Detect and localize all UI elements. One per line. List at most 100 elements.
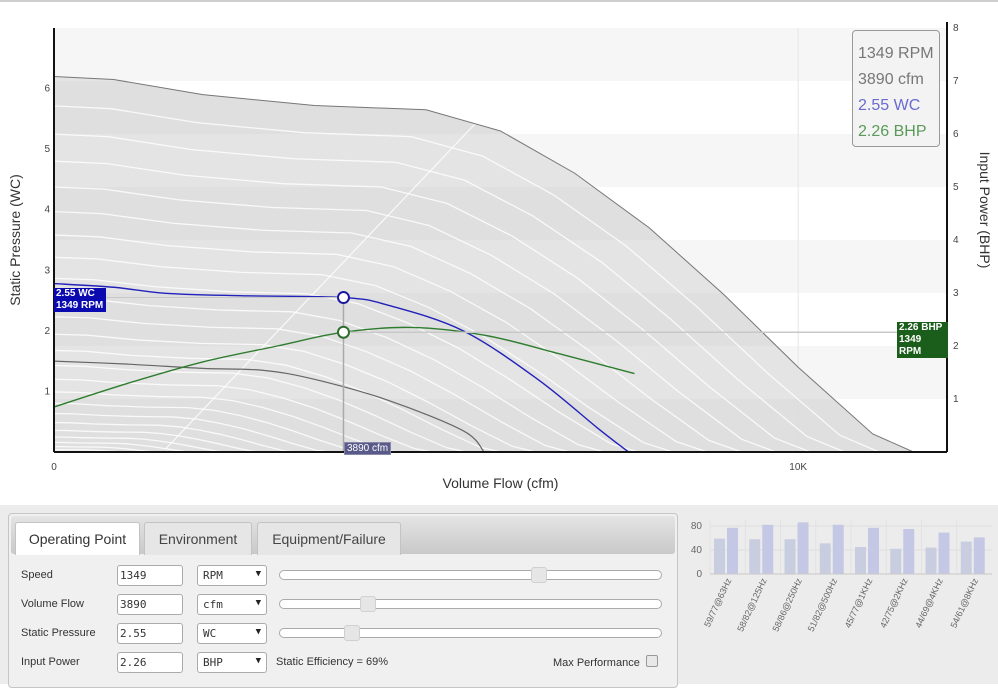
sound-bar: [797, 522, 809, 574]
input-power-unit-value: BHP: [203, 656, 223, 669]
tab-equipment-failure[interactable]: Equipment/Failure: [257, 522, 401, 555]
speed-slider-handle[interactable]: [531, 567, 548, 583]
sound-bar: [925, 547, 937, 574]
y2-tick-label: 2: [953, 341, 959, 352]
operating-panel: Operating Point Environment Equipment/Fa…: [8, 513, 678, 688]
x-tick-label: 10K: [789, 462, 807, 473]
sound-bar: [784, 539, 796, 574]
chevron-down-icon: ▼: [255, 627, 261, 637]
y2-tick-label: 3: [953, 288, 959, 299]
volume-flow-label: Volume Flow: [21, 598, 84, 610]
y2-tick-label: 4: [953, 235, 959, 246]
sound-bar: [868, 527, 879, 574]
legend-box: 1349 RPM 3890 cfm 2.55 WC 2.26 BHP: [852, 30, 940, 147]
tab-environment[interactable]: Environment: [144, 522, 252, 555]
input-power-row: Input Power 2.26 BHP ▼ Static Efficiency…: [21, 652, 671, 674]
x-tick-label: 0: [51, 462, 57, 473]
legend-cfm: 3890 cfm: [858, 71, 924, 88]
y2-tick-label: 7: [953, 76, 959, 87]
plot-band: [54, 28, 947, 81]
y2-axis-title: Input Power (BHP): [977, 152, 993, 269]
sound-bar: [762, 524, 774, 574]
input-power-input[interactable]: 2.26: [117, 652, 183, 673]
static-pressure-unit-value: WC: [203, 627, 217, 640]
volume-flow-unit-select[interactable]: cfm ▼: [197, 594, 267, 615]
legend-rpm: 1349 RPM: [858, 45, 934, 62]
pressure-flag: 2.55 WC 1349 RPM: [54, 288, 106, 312]
speed-input[interactable]: 1349: [117, 565, 183, 586]
y-tick-label: 5: [44, 144, 50, 155]
volume-flow-slider[interactable]: [279, 596, 662, 612]
x-axis-title: Volume Flow (cfm): [443, 475, 559, 491]
y2-tick-label: 8: [953, 23, 959, 34]
y-tick-label: 2: [44, 326, 50, 337]
y2-tick-label: 5: [953, 182, 959, 193]
sound-y-tick: 80: [691, 521, 703, 532]
y2-tick-label: 1: [953, 394, 959, 405]
sound-category-label: 51/82@500Hz: [806, 576, 840, 633]
sound-bar: [749, 539, 761, 574]
sound-category-label: 44/69@4KHz: [913, 576, 945, 629]
sound-category-label: 42/75@2KHz: [878, 576, 910, 629]
y-tick-label: 3: [44, 265, 50, 276]
power-flag-rpm: 1349 RPM: [899, 334, 922, 357]
pressure-flag-rpm: 1349 RPM: [56, 300, 104, 311]
flow-flag: 3890 cfm: [344, 442, 392, 455]
chevron-down-icon: ▼: [255, 656, 261, 666]
sound-bar: [819, 543, 831, 574]
input-power-unit-select[interactable]: BHP ▼: [197, 652, 267, 673]
y2-tick-label: 6: [953, 129, 959, 140]
chevron-down-icon: ▼: [255, 598, 261, 608]
static-pressure-label: Static Pressure: [21, 627, 96, 639]
y-tick-label: 4: [44, 205, 50, 216]
chevron-down-icon: ▼: [255, 569, 261, 579]
legend-wc: 2.55 WC: [858, 97, 921, 114]
fan-curve-chart[interactable]: 1 2 3 4 5 6 1 2 3 4 5 6 7 8 0 10K Volume Flow (cfm) Stati…: [0, 2, 998, 505]
pressure-point-marker: [336, 291, 350, 305]
pressure-flag-value: 2.55 WC: [56, 288, 95, 299]
sound-y-tick: 0: [696, 569, 702, 580]
speed-unit-select[interactable]: RPM ▼: [197, 565, 267, 586]
static-pressure-slider[interactable]: [279, 625, 662, 641]
sound-category-label: 45/77@1KHz: [843, 576, 875, 629]
y-tick-label: 6: [44, 84, 50, 95]
max-performance-label: Max Performance: [553, 657, 640, 669]
power-flag: 2.26 BHP 1349 RPM: [897, 322, 948, 358]
sound-bar-chart: 0 40 80 59/77@63Hz 58/82@125Hz 58/86@250Hz 51/…: [691, 520, 992, 633]
sound-bar: [960, 541, 972, 574]
sound-bar: [855, 547, 866, 574]
speed-slider[interactable]: [279, 567, 662, 583]
sound-bar: [903, 529, 915, 574]
volume-flow-input[interactable]: 3890: [117, 594, 183, 615]
speed-row: Speed 1349 RPM ▼: [21, 565, 671, 587]
sound-bar: [727, 527, 738, 574]
tab-bar: Operating Point Environment Equipment/Fa…: [11, 516, 675, 555]
volume-flow-slider-handle[interactable]: [359, 596, 376, 612]
input-power-label: Input Power: [21, 656, 80, 668]
sound-y-tick: 40: [691, 545, 703, 556]
sound-bar: [938, 532, 950, 574]
y-tick-label: 1: [44, 386, 50, 397]
max-performance-checkbox[interactable]: [646, 655, 658, 667]
sound-category-label: 59/77@63Hz: [702, 576, 734, 628]
speed-unit-value: RPM: [203, 569, 223, 582]
sound-category-label: 58/86@250Hz: [770, 576, 804, 633]
static-efficiency-text: Static Efficiency = 69%: [276, 656, 388, 668]
static-pressure-slider-handle[interactable]: [344, 625, 361, 641]
sound-bar: [714, 538, 725, 574]
sound-bar: [973, 537, 985, 574]
static-pressure-row: Static Pressure 2.55 WC ▼: [21, 623, 671, 645]
tab-operating-point[interactable]: Operating Point: [15, 522, 140, 555]
legend-bhp: 2.26 BHP: [858, 123, 927, 140]
static-pressure-input[interactable]: 2.55: [117, 623, 183, 644]
static-pressure-unit-select[interactable]: WC ▼: [197, 623, 267, 644]
sound-category-label: 54/61@8KHz: [948, 576, 980, 629]
fan-curve-svg[interactable]: 1 2 3 4 5 6 1 2 3 4 5 6 7 8 0 10K Volume Flow (cfm) Stati…: [0, 2, 998, 505]
sound-category-label: 58/82@125Hz: [735, 576, 769, 633]
y-axis-title: Static Pressure (WC): [7, 174, 23, 305]
speed-label: Speed: [21, 569, 53, 581]
power-point-marker: [336, 325, 350, 339]
power-flag-value: 2.26 BHP: [899, 322, 943, 333]
volume-flow-row: Volume Flow 3890 cfm ▼: [21, 594, 671, 616]
sound-bar: [890, 548, 902, 574]
